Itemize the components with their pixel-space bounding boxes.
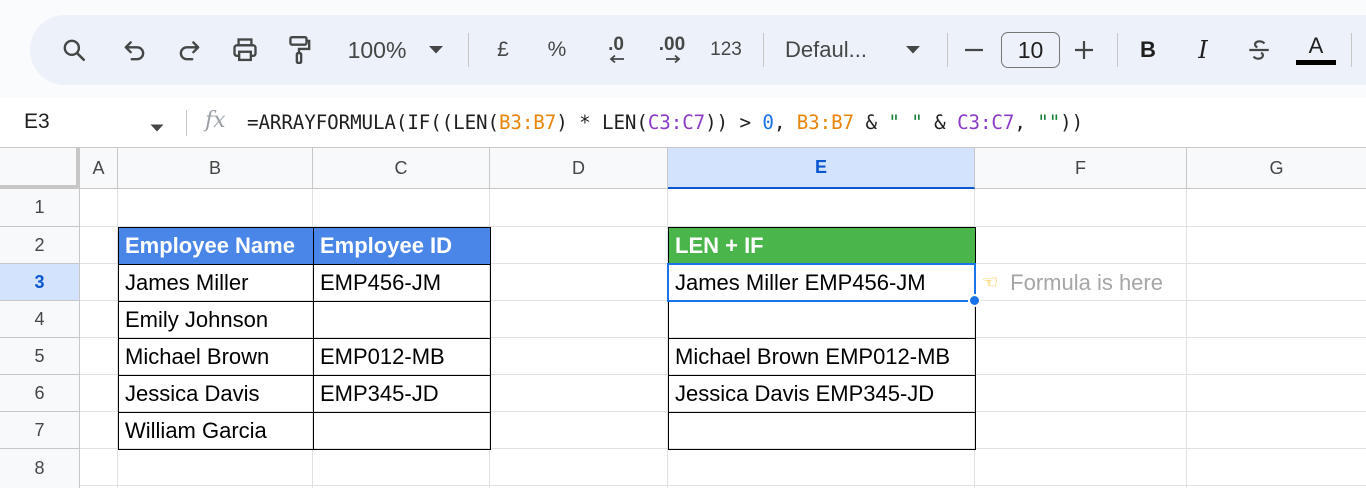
row-header-1[interactable]: 1 [0, 189, 80, 227]
text-color-label: A [1308, 33, 1324, 58]
font-size-input[interactable]: 10 [1001, 32, 1060, 68]
select-all-corner[interactable] [0, 148, 80, 189]
formula-part: =ARRAYFORMULA(IF((LEN( [247, 111, 499, 134]
search-icon[interactable] [58, 15, 90, 85]
column-header-c[interactable]: C [313, 148, 490, 189]
formula-note-text: Formula is here [1010, 269, 1163, 295]
decrease-decimals-label: .0 [608, 34, 624, 55]
font-family-select[interactable]: Defaul... [785, 15, 885, 85]
strikethrough-icon[interactable] [1244, 15, 1274, 85]
formula-part: )) [1060, 111, 1084, 134]
cell-employee-id[interactable]: EMP456-JM [313, 264, 491, 302]
formula-string: " " [888, 111, 923, 134]
paint-format-icon[interactable] [284, 15, 314, 85]
formula-note: ☜ Formula is here [982, 264, 1163, 301]
gridline [1186, 189, 1187, 488]
column-header-d[interactable]: D [490, 148, 668, 189]
currency-button[interactable]: £ [492, 15, 514, 85]
cell-combined-result[interactable]: Michael Brown EMP012-MB [668, 338, 976, 376]
cell-employee-id[interactable]: EMP012-MB [313, 338, 491, 376]
bold-button[interactable]: B [1136, 15, 1160, 85]
cell-combined-result[interactable] [668, 412, 976, 450]
name-box[interactable]: E3 [24, 110, 50, 134]
fx-icon: fx [205, 108, 226, 133]
cell-employee-id[interactable] [313, 412, 491, 450]
toolbar: 100% £ % .0 .00 123 Defaul... 10 B I A [30, 15, 1366, 85]
column-header-a[interactable]: A [80, 148, 118, 189]
toolbar-divider [1351, 33, 1352, 67]
cell-employee-name[interactable]: Jessica Davis [118, 375, 314, 413]
row-header-8[interactable]: 8 [0, 449, 80, 488]
formula-part: & [854, 111, 889, 134]
row-header-2[interactable]: 2 [0, 227, 80, 264]
formula-part: & [922, 111, 958, 134]
toolbar-divider [468, 33, 469, 67]
number-format-button[interactable]: 123 [708, 15, 744, 85]
spreadsheet-grid: A B C D E F G 1 2 3 4 5 6 7 8 Employee N… [0, 148, 1366, 488]
print-icon[interactable] [229, 15, 261, 85]
formula-range-b: B3:B7 [796, 111, 854, 134]
formula-range-b: B3:B7 [498, 111, 557, 134]
formula-input[interactable]: =ARRAYFORMULA(IF((LEN(B3:B7) * LEN(C3:C7… [247, 111, 1083, 134]
row-header-5[interactable]: 5 [0, 338, 80, 375]
column-header-e[interactable]: E [668, 148, 975, 189]
font-family-dropdown-icon[interactable] [902, 15, 924, 85]
formula-part: , [1014, 111, 1038, 134]
toolbar-area: 100% £ % .0 .00 123 Defaul... 10 B I A [0, 0, 1366, 98]
column-header-f[interactable]: F [975, 148, 1187, 189]
row-header-7[interactable]: 7 [0, 412, 80, 449]
formula-string: "" [1037, 111, 1061, 134]
toolbar-divider [947, 33, 948, 67]
header-employee-id[interactable]: Employee ID [313, 227, 491, 265]
arrow-left-icon [609, 54, 624, 64]
cell-employee-name[interactable]: Michael Brown [118, 338, 314, 376]
formula-part: )) > [705, 111, 763, 134]
zoom-select[interactable]: 100% [341, 15, 413, 85]
cell-employee-id[interactable]: EMP345-JD [313, 375, 491, 413]
text-color-button[interactable]: A [1296, 15, 1336, 85]
toolbar-divider [763, 33, 764, 67]
name-box-dropdown-icon[interactable] [150, 119, 164, 137]
formula-range-c: C3:C7 [647, 111, 706, 134]
column-header-g[interactable]: G [1187, 148, 1366, 189]
redo-icon[interactable] [174, 15, 204, 85]
toolbar-divider [1117, 33, 1118, 67]
text-color-swatch [1296, 60, 1336, 65]
formula-number: 0 [762, 111, 774, 134]
cell-combined-result[interactable]: Jessica Davis EMP345-JD [668, 375, 976, 413]
column-header-b[interactable]: B [118, 148, 313, 189]
cell-combined-result[interactable]: James Miller EMP456-JM [668, 264, 976, 302]
row-header-6[interactable]: 6 [0, 375, 80, 412]
increase-decimals-button[interactable]: .00 [650, 15, 694, 85]
header-employee-name[interactable]: Employee Name [118, 227, 314, 265]
cell-combined-result[interactable] [668, 301, 976, 339]
arrow-right-icon [666, 54, 681, 64]
formula-bar: E3 fx =ARRAYFORMULA(IF((LEN(B3:B7) * LEN… [0, 98, 1366, 148]
row-header-3[interactable]: 3 [0, 264, 80, 301]
italic-button[interactable]: I [1191, 15, 1215, 85]
decrease-font-size-icon[interactable] [962, 15, 986, 85]
gridline [80, 485, 1366, 486]
increase-decimals-label: .00 [658, 34, 686, 55]
zoom-dropdown-icon[interactable] [425, 15, 447, 85]
pointing-hand-icon: ☜ [982, 272, 999, 292]
percent-button[interactable]: % [544, 15, 570, 85]
cell-employee-name[interactable]: James Miller [118, 264, 314, 302]
formula-part: , [773, 111, 797, 134]
header-len-if[interactable]: LEN + IF [668, 227, 976, 265]
cell-employee-name[interactable]: William Garcia [118, 412, 314, 450]
fill-handle[interactable] [968, 294, 981, 307]
row-header-4[interactable]: 4 [0, 301, 80, 338]
undo-icon[interactable] [120, 15, 150, 85]
increase-font-size-icon[interactable] [1072, 15, 1096, 85]
formula-part: ) * LEN( [556, 111, 648, 134]
formula-range-c: C3:C7 [957, 111, 1015, 134]
cell-employee-id[interactable] [313, 301, 491, 339]
decrease-decimals-button[interactable]: .0 [596, 15, 636, 85]
cell-employee-name[interactable]: Emily Johnson [118, 301, 314, 339]
formula-bar-divider [186, 110, 187, 136]
